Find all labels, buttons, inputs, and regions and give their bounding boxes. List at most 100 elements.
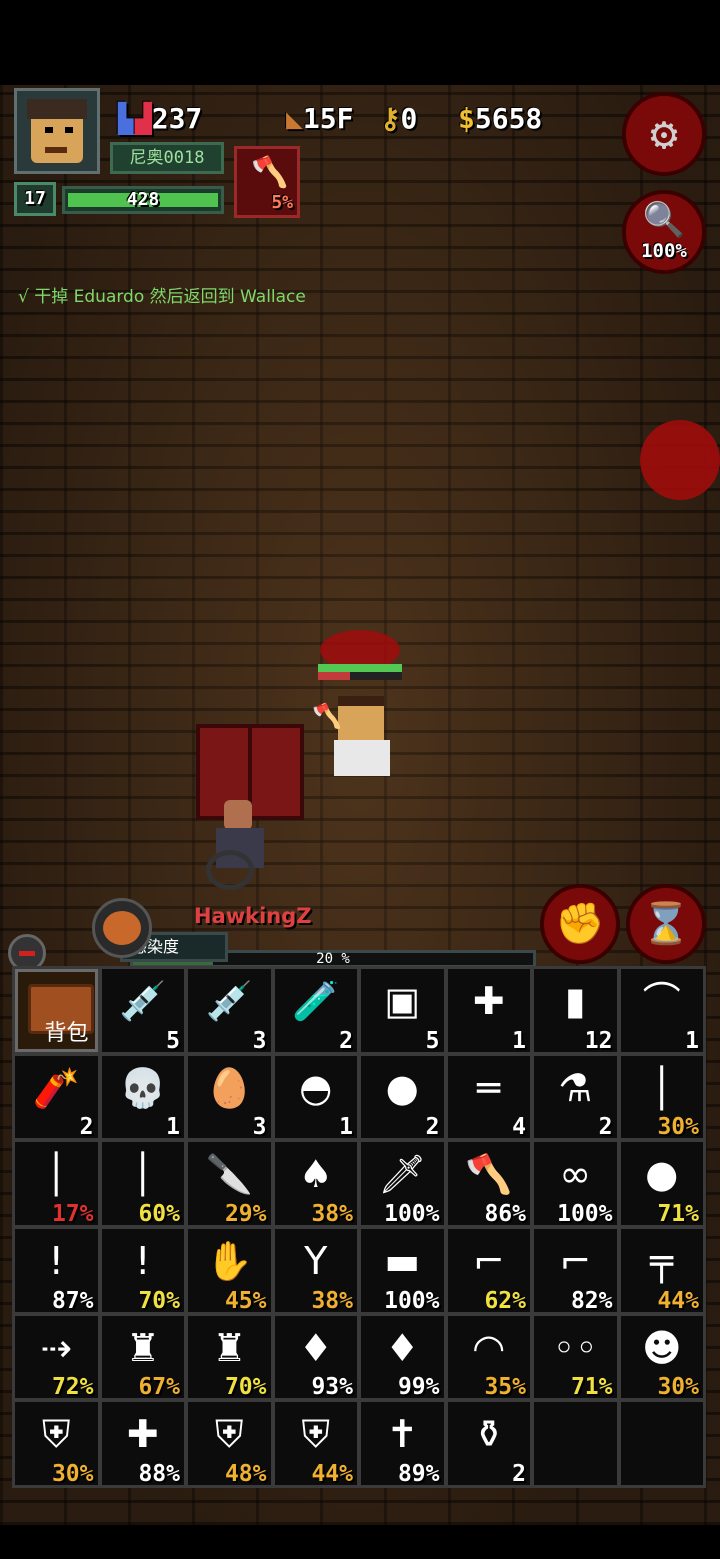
inventory-slot[interactable]: ◠ 35% (447, 1315, 530, 1399)
inventory-slot[interactable]: ♜ 70% (188, 1315, 271, 1399)
player-avatar[interactable] (14, 88, 100, 174)
inventory-slot[interactable]: ◦◦ 71% (534, 1315, 617, 1399)
inventory-slot[interactable]: ╤ 44% (620, 1228, 703, 1312)
inventory-slot[interactable]: │ 17% (15, 1142, 98, 1225)
axe-icon: 🪓 (465, 1152, 513, 1197)
inventory-slot[interactable]: ♦ 93% (274, 1315, 357, 1399)
inventory-slot[interactable]: ⛨ 44% (274, 1402, 357, 1485)
vial-icon: 🧪 (292, 979, 340, 1023)
item-count: 38% (311, 1200, 353, 1225)
item-count: 2 (425, 1114, 440, 1139)
inventory-slot[interactable]: ⇢ 72% (15, 1315, 98, 1399)
item-count: 82% (570, 1287, 613, 1312)
health-bar: 428 (62, 186, 224, 214)
torch-icon: ! (48, 1238, 64, 1283)
inventory-slot[interactable]: ⚱ 2 (447, 1402, 530, 1485)
magnifier-icon: 🔍 (642, 200, 686, 240)
inventory-slot[interactable]: ⌐ 62% (447, 1228, 530, 1312)
dumbbell-icon: ═ (477, 1065, 501, 1110)
inventory-slot-empty[interactable] (534, 1402, 617, 1485)
inventory-slot[interactable]: ☻ 30% (620, 1315, 703, 1399)
inventory-slot[interactable]: ! 70% (101, 1228, 184, 1312)
medkit-icon: ✚ (472, 979, 505, 1023)
inventory-slot[interactable]: ⚗ 2 (534, 1055, 617, 1139)
inventory-slot[interactable]: ! 87% (15, 1228, 98, 1312)
stairs-icon: ◣ (286, 102, 303, 135)
inventory-slot[interactable]: ▮ 12 (534, 969, 617, 1052)
floor-stat: ◣15F (286, 102, 354, 135)
item-count: 2 (339, 1027, 353, 1052)
bandage-icon: ▣ (384, 979, 421, 1023)
inventory-slot[interactable]: ∞ 100% (534, 1142, 617, 1225)
enemy-character[interactable]: 🪓 (312, 686, 404, 786)
inventory-slot[interactable]: 💀 1 (101, 1055, 184, 1139)
jacket-icon: ⛨ (214, 1412, 244, 1457)
inventory-slot[interactable]: ✋ 45% (188, 1228, 271, 1312)
inventory-slot[interactable]: ⛨ 48% (188, 1402, 271, 1485)
inventory-slot[interactable]: Y 38% (274, 1228, 357, 1312)
inventory-slot[interactable]: ═ 4 (447, 1055, 530, 1139)
settings-button[interactable]: ⚙ (622, 92, 706, 176)
inventory-slot[interactable]: ▬ 100% (361, 1228, 444, 1312)
brain-icon (92, 898, 152, 958)
search-button[interactable]: 🔍 100% (622, 190, 706, 274)
enemy-health-bar (318, 664, 402, 680)
potion-icon: ⚱ (472, 1412, 505, 1457)
item-count: 88% (138, 1460, 180, 1485)
inventory-slot[interactable]: ● 71% (620, 1142, 703, 1225)
inventory-slot[interactable]: ✚ 1 (447, 969, 530, 1052)
item-count: 38% (311, 1287, 353, 1312)
inventory-slot[interactable]: 🪓 86% (447, 1142, 530, 1225)
axe-icon: 🪓 (312, 702, 342, 730)
inventory-slot[interactable]: 🧪 2 (274, 969, 357, 1052)
item-count: 12 (584, 1027, 613, 1052)
item-count: 30% (657, 1114, 699, 1139)
item-count: 1 (166, 1114, 180, 1139)
inventory-slot[interactable]: 🧨 2 (15, 1055, 98, 1139)
npc-wheelchair[interactable] (196, 792, 296, 892)
inventory-slot[interactable]: ♦ 99% (361, 1315, 444, 1399)
npc-name: HawkingZ (194, 904, 312, 928)
nurse-cap-icon: ◠ (472, 1325, 506, 1370)
equipped-weapon[interactable]: 🪓 5% (234, 146, 300, 218)
gear-icon: ⚙ (650, 106, 678, 160)
inventory-slot[interactable]: ◓ 1 (274, 1055, 357, 1139)
inventory-slot[interactable]: ✝ 89% (361, 1402, 444, 1485)
shovel-icon: ♠ (298, 1152, 333, 1197)
inventory-slot[interactable]: │ 30% (620, 1055, 703, 1139)
wait-button[interactable]: ⌛ (626, 884, 706, 964)
item-count: 67% (138, 1374, 180, 1399)
backpack-button[interactable]: 背包 (15, 969, 98, 1052)
money-stat: $5658 (458, 102, 543, 135)
inventory-slot[interactable]: 💉 5 (101, 969, 184, 1052)
body-armor-icon: ♦ (298, 1325, 333, 1370)
inventory-slot[interactable]: ✚ 88% (101, 1402, 184, 1485)
item-count: 100% (557, 1200, 613, 1225)
inventory-slot[interactable]: │ 60% (101, 1142, 184, 1225)
inventory-slot[interactable]: 🥚 3 (188, 1055, 271, 1139)
inventory-slot[interactable]: ♠ 38% (274, 1142, 357, 1225)
attack-button[interactable]: ✊ (540, 884, 620, 964)
inventory-slot[interactable]: ⌐ 82% (534, 1228, 617, 1312)
inventory-slot[interactable]: ♜ 67% (101, 1315, 184, 1399)
inventory-slot-empty[interactable] (620, 1402, 703, 1485)
laser-gun-icon: ⇢ (40, 1325, 73, 1370)
inventory-slot[interactable]: ⛨ 30% (15, 1402, 98, 1485)
fist-icon: ✊ (555, 901, 605, 947)
inventory-slot[interactable]: 🔪 29% (188, 1142, 271, 1225)
item-count: 89% (397, 1460, 440, 1485)
egg-icon: 🥚 (205, 1065, 253, 1110)
item-count: 87% (51, 1287, 94, 1312)
inventory-slot[interactable]: ▣ 5 (361, 969, 444, 1052)
inventory-slot[interactable]: 🗡 100% (361, 1142, 444, 1225)
inventory-slot[interactable]: ⌒ 1 (620, 969, 703, 1052)
syringe-large-icon: 💉 (119, 979, 167, 1023)
bible-icon: ✝ (386, 1412, 419, 1457)
body-armor-icon: ♦ (385, 1325, 420, 1370)
axe-icon: 🪓 (251, 155, 289, 190)
boxing-glove-icon: ● (645, 1152, 679, 1197)
jacket-icon: ⛨ (301, 1412, 330, 1457)
item-count: 99% (397, 1374, 440, 1399)
inventory-slot[interactable]: 💉 3 (188, 969, 271, 1052)
inventory-slot[interactable]: ● 2 (361, 1055, 444, 1139)
